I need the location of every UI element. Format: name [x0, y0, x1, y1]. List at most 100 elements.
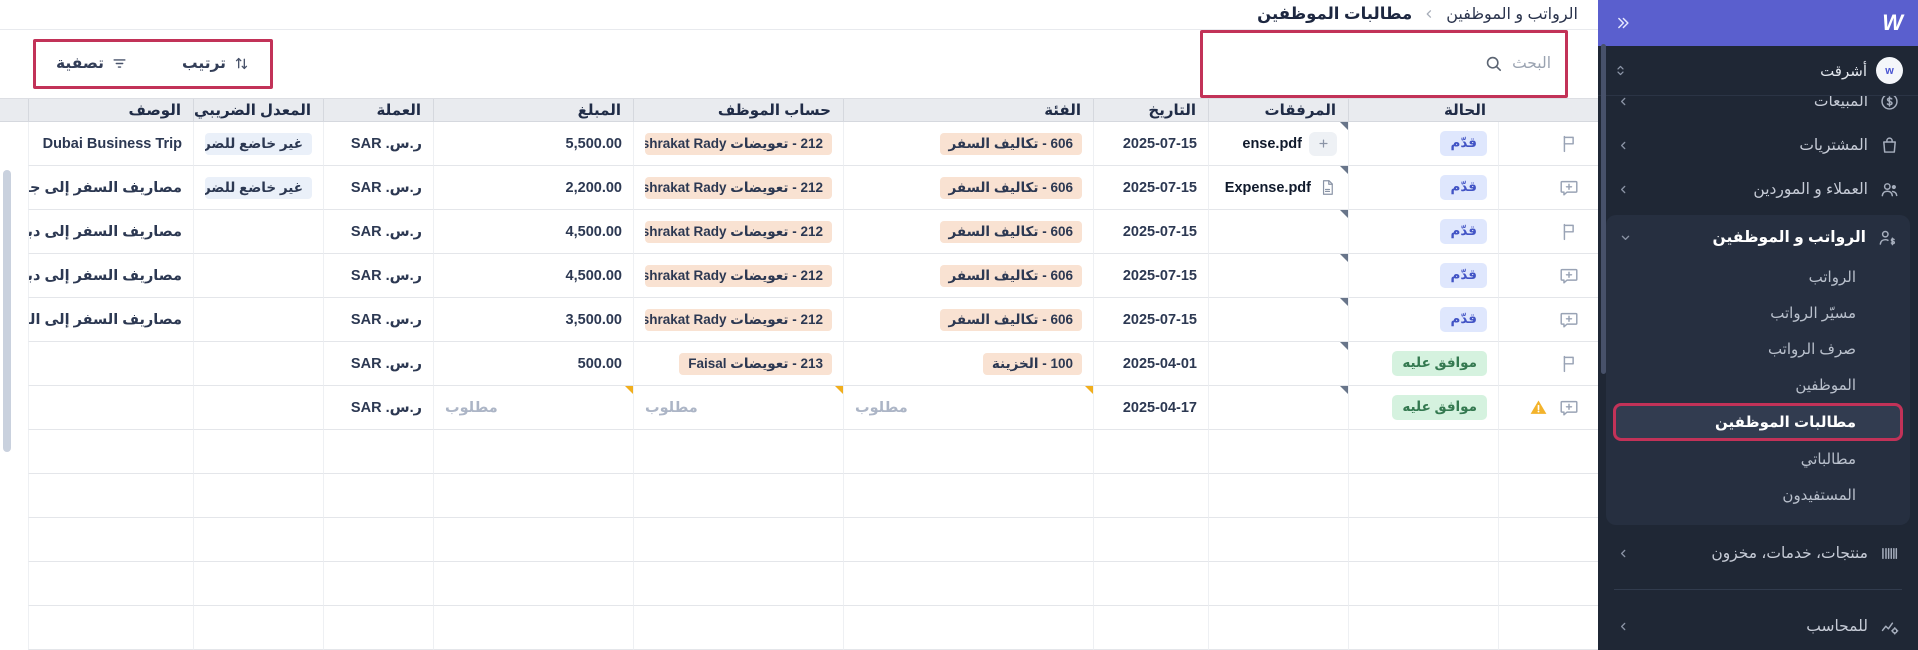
tax-rate-cell[interactable]: غير خاضع للضريبة (0	[193, 166, 323, 210]
empty-cell[interactable]	[1348, 430, 1498, 474]
flag-icon[interactable]	[1558, 353, 1580, 375]
amount-cell[interactable]: 3,500.00	[433, 298, 633, 342]
empty-cell[interactable]	[1208, 606, 1348, 650]
comment-plus-icon[interactable]	[1558, 397, 1580, 419]
empty-cell[interactable]	[28, 474, 193, 518]
date-cell[interactable]: 2025-04-17	[1093, 386, 1208, 430]
currency-cell[interactable]: ر.س. SAR	[323, 122, 433, 166]
column-header-date[interactable]: التاريخ	[1093, 99, 1208, 121]
tax-rate-cell[interactable]	[193, 342, 323, 386]
empty-cell[interactable]	[1093, 518, 1208, 562]
empty-cell[interactable]	[843, 430, 1093, 474]
sidebar-subitem-6[interactable]: المستفيدون	[1606, 477, 1910, 513]
tax-rate-cell[interactable]	[193, 254, 323, 298]
empty-cell[interactable]	[1208, 474, 1348, 518]
description-cell[interactable]: مصاريف السفر إلى الرياض	[28, 298, 193, 342]
currency-cell[interactable]: ر.س. SAR	[323, 254, 433, 298]
employee-account-chip[interactable]: 212 - تعويضات Ashrakat Rady	[645, 221, 832, 243]
sidebar-item-0[interactable]: المبيعات	[1598, 96, 1918, 123]
empty-cell[interactable]	[1208, 430, 1348, 474]
tax-rate-cell[interactable]	[193, 298, 323, 342]
category-cell[interactable]: 606 - تكاليف السفر	[843, 166, 1093, 210]
flag-icon[interactable]	[1558, 221, 1580, 243]
attachments-cell[interactable]: Expense.pdf	[1208, 166, 1348, 210]
amount-cell[interactable]: مطلوب	[433, 386, 633, 430]
description-cell[interactable]	[28, 342, 193, 386]
currency-cell[interactable]: ر.س. SAR	[323, 298, 433, 342]
employee-account-chip[interactable]: 212 - تعويضات Ashrakat Rady	[645, 309, 832, 331]
column-header-status[interactable]: الحالة	[1348, 99, 1498, 121]
tax-rate-cell[interactable]	[193, 386, 323, 430]
empty-cell[interactable]	[1208, 562, 1348, 606]
sort-button[interactable]: ترتيب	[182, 54, 250, 73]
sidebar-subitem-2[interactable]: صرف الرواتب	[1606, 331, 1910, 367]
description-cell[interactable]: مصاريف السفر إلى دبى	[28, 210, 193, 254]
sidebar-subitem-3[interactable]: الموظفين	[1606, 367, 1910, 403]
empty-cell[interactable]	[193, 606, 323, 650]
tax-rate-cell[interactable]: غير خاضع للضريبة (0	[193, 122, 323, 166]
date-cell[interactable]: 2025-07-15	[1093, 298, 1208, 342]
workspace-switcher[interactable]: w أشرقت	[1598, 46, 1918, 96]
description-cell[interactable]: مصاريف السفر إلى جدة	[28, 166, 193, 210]
date-cell[interactable]: 2025-07-15	[1093, 166, 1208, 210]
empty-cell[interactable]	[323, 606, 433, 650]
category-cell[interactable]: مطلوب	[843, 386, 1093, 430]
empty-cell[interactable]	[433, 606, 633, 650]
date-cell[interactable]: 2025-07-15	[1093, 254, 1208, 298]
empty-cell[interactable]	[433, 518, 633, 562]
empty-cell[interactable]	[633, 562, 843, 606]
comment-plus-icon[interactable]	[1558, 265, 1580, 287]
currency-cell[interactable]: ر.س. SAR	[323, 386, 433, 430]
empty-cell[interactable]	[633, 430, 843, 474]
date-cell[interactable]: 2025-04-01	[1093, 342, 1208, 386]
currency-cell[interactable]: ر.س. SAR	[323, 342, 433, 386]
empty-cell[interactable]	[28, 562, 193, 606]
tax-rate-chip[interactable]: غير خاضع للضريبة (0	[205, 133, 312, 155]
filter-button[interactable]: تصفية	[56, 54, 128, 73]
empty-cell[interactable]	[1093, 562, 1208, 606]
breadcrumb-parent[interactable]: الرواتب و الموظفين	[1446, 4, 1578, 24]
empty-cell[interactable]	[193, 474, 323, 518]
tax-rate-cell[interactable]	[193, 210, 323, 254]
date-cell[interactable]: 2025-07-15	[1093, 210, 1208, 254]
category-chip[interactable]: 100 - الخزينة	[983, 353, 1082, 375]
empty-cell[interactable]	[323, 430, 433, 474]
column-header-category[interactable]: الفئة	[843, 99, 1093, 121]
employee-account-cell[interactable]: 212 - تعويضات Ashrakat Rady	[633, 166, 843, 210]
empty-cell[interactable]	[193, 430, 323, 474]
attachments-cell[interactable]	[1208, 254, 1348, 298]
flag-icon[interactable]	[1558, 133, 1580, 155]
sidebar-collapse-button[interactable]	[1614, 14, 1632, 32]
sidebar-subitem-0[interactable]: الرواتب	[1606, 259, 1910, 295]
empty-cell[interactable]	[323, 474, 433, 518]
empty-cell[interactable]	[1348, 518, 1498, 562]
category-cell[interactable]: 100 - الخزينة	[843, 342, 1093, 386]
attachments-cell[interactable]	[1208, 210, 1348, 254]
empty-cell[interactable]	[323, 562, 433, 606]
attachments-cell[interactable]	[1208, 342, 1348, 386]
attachment-filename[interactable]: ense.pdf	[1242, 136, 1302, 152]
employee-account-cell[interactable]: 212 - تعويضات Ashrakat Rady	[633, 254, 843, 298]
chevron-updown-icon[interactable]	[1613, 63, 1628, 78]
employee-account-cell[interactable]: 212 - تعويضات Ashrakat Rady	[633, 122, 843, 166]
employee-account-chip[interactable]: 213 - تعويضات Faisal	[679, 353, 832, 375]
empty-cell[interactable]	[28, 606, 193, 650]
category-cell[interactable]: 606 - تكاليف السفر	[843, 122, 1093, 166]
category-chip[interactable]: 606 - تكاليف السفر	[940, 309, 1082, 331]
empty-cell[interactable]	[28, 518, 193, 562]
amount-cell[interactable]: 5,500.00	[433, 122, 633, 166]
sidebar-item-1[interactable]: المشتريات	[1598, 123, 1918, 167]
employee-account-chip[interactable]: 212 - تعويضات Ashrakat Rady	[645, 265, 832, 287]
search-input[interactable]: البحث	[1217, 54, 1551, 73]
date-cell[interactable]: 2025-07-15	[1093, 122, 1208, 166]
sidebar-subitem-1[interactable]: مسيّر الرواتب	[1606, 295, 1910, 331]
empty-cell[interactable]	[28, 430, 193, 474]
empty-cell[interactable]	[433, 474, 633, 518]
column-header-attachments[interactable]: المرفقات	[1208, 99, 1348, 121]
empty-cell[interactable]	[323, 518, 433, 562]
empty-cell[interactable]	[1348, 606, 1498, 650]
description-cell[interactable]: Dubai Business Trip	[28, 122, 193, 166]
amount-cell[interactable]: 4,500.00	[433, 254, 633, 298]
column-header-currency[interactable]: العملة	[323, 99, 433, 121]
empty-cell[interactable]	[1348, 474, 1498, 518]
